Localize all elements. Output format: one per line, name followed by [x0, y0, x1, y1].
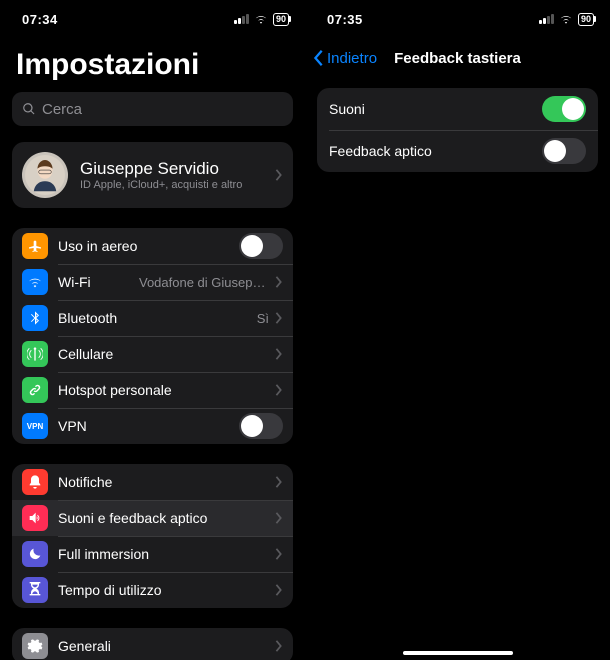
speaker-icon — [22, 505, 48, 531]
row-label: VPN — [58, 418, 233, 434]
profile-subtitle: ID Apple, iCloud+, acquisti e altro — [80, 179, 269, 191]
chevron-right-icon — [275, 276, 283, 288]
search-icon — [22, 102, 36, 116]
chevron-right-icon — [275, 348, 283, 360]
status-bar: 07:35 90 — [305, 0, 610, 38]
airplane-icon — [22, 233, 48, 259]
home-indicator[interactable] — [403, 651, 513, 655]
toggle[interactable] — [542, 138, 586, 164]
settings-scroll[interactable]: Impostazioni Cerca Giuseppe Servidio ID … — [0, 38, 305, 660]
row-label: Cellulare — [58, 346, 269, 362]
chevron-right-icon — [275, 512, 283, 524]
row-label: Full immersion — [58, 546, 269, 562]
settings-row[interactable]: Wi-Fi Vodafone di Giuseppe e Sara — [12, 264, 293, 300]
battery-icon: 90 — [273, 13, 289, 26]
nav-title: Feedback tastiera — [394, 50, 521, 67]
search-placeholder: Cerca — [42, 101, 82, 118]
moon-icon — [22, 541, 48, 567]
settings-row[interactable]: Uso in aereo — [12, 228, 293, 264]
antenna-icon — [22, 341, 48, 367]
chevron-right-icon — [275, 312, 283, 324]
vpn-icon: VPN — [22, 413, 48, 439]
row-label: Suoni — [329, 101, 536, 117]
settings-row[interactable]: Generali — [12, 628, 293, 660]
gear-icon — [22, 633, 48, 659]
toggle[interactable] — [239, 233, 283, 259]
link-icon — [22, 377, 48, 403]
avatar — [22, 152, 68, 198]
profile-group: Giuseppe Servidio ID Apple, iCloud+, acq… — [12, 142, 293, 208]
settings-group: Uso in aereo Wi-Fi Vodafone di Giuseppe e … — [12, 228, 293, 444]
cellular-signal-icon — [234, 14, 249, 24]
profile-row[interactable]: Giuseppe Servidio ID Apple, iCloud+, acq… — [12, 142, 293, 208]
chevron-right-icon — [275, 384, 283, 396]
chevron-left-icon — [313, 49, 325, 67]
status-time: 07:35 — [327, 12, 363, 27]
chevron-right-icon — [275, 169, 283, 181]
profile-name: Giuseppe Servidio — [80, 159, 269, 179]
chevron-right-icon — [275, 584, 283, 596]
row-label: Uso in aereo — [58, 238, 233, 254]
status-time: 07:34 — [22, 12, 58, 27]
chevron-right-icon — [275, 476, 283, 488]
status-bar: 07:34 90 — [0, 0, 305, 38]
feedback-row[interactable]: Suoni — [317, 88, 598, 130]
wifi-status-icon — [559, 12, 573, 26]
row-label: Suoni e feedback aptico — [58, 510, 269, 526]
row-label: Hotspot personale — [58, 382, 269, 398]
chevron-right-icon — [275, 548, 283, 560]
row-label: Bluetooth — [58, 310, 251, 326]
cellular-signal-icon — [539, 14, 554, 24]
page-title: Impostazioni — [16, 48, 293, 82]
back-button[interactable]: Indietro — [313, 49, 377, 67]
settings-group: Generali — [12, 628, 293, 660]
settings-row[interactable]: Notifiche — [12, 464, 293, 500]
row-detail: Sì — [257, 311, 269, 326]
status-indicators: 90 — [234, 12, 291, 26]
battery-icon: 90 — [578, 13, 594, 26]
settings-screen: 07:34 90 Impostazioni Cerca Giusepp — [0, 0, 305, 660]
wifi-icon — [22, 269, 48, 295]
feedback-group: Suoni Feedback aptico — [317, 88, 598, 172]
search-input[interactable]: Cerca — [12, 92, 293, 126]
toggle[interactable] — [542, 96, 586, 122]
status-indicators: 90 — [539, 12, 596, 26]
settings-row[interactable]: Bluetooth Sì — [12, 300, 293, 336]
settings-row[interactable]: Hotspot personale — [12, 372, 293, 408]
row-label: Generali — [58, 638, 269, 654]
settings-row[interactable]: VPN VPN — [12, 408, 293, 444]
wifi-status-icon — [254, 12, 268, 26]
settings-row[interactable]: Full immersion — [12, 536, 293, 572]
row-label: Feedback aptico — [329, 143, 536, 159]
feedback-scroll[interactable]: Suoni Feedback aptico — [305, 78, 610, 660]
bluetooth-icon — [22, 305, 48, 331]
hourglass-icon — [22, 577, 48, 603]
row-detail: Vodafone di Giuseppe e Sara — [139, 275, 269, 290]
row-label: Tempo di utilizzo — [58, 582, 269, 598]
settings-row[interactable]: Tempo di utilizzo — [12, 572, 293, 608]
bell-icon — [22, 469, 48, 495]
feedback-row[interactable]: Feedback aptico — [317, 130, 598, 172]
settings-row[interactable]: Cellulare — [12, 336, 293, 372]
settings-group: Notifiche Suoni e feedback aptico Full imm… — [12, 464, 293, 608]
row-label: Notifiche — [58, 474, 269, 490]
row-label: Wi-Fi — [58, 274, 133, 290]
settings-row[interactable]: Suoni e feedback aptico — [12, 500, 293, 536]
keyboard-feedback-screen: 07:35 90 Indietro Feedback tastiera Suon… — [305, 0, 610, 660]
toggle[interactable] — [239, 413, 283, 439]
nav-bar: Indietro Feedback tastiera — [305, 38, 610, 78]
chevron-right-icon — [275, 640, 283, 652]
